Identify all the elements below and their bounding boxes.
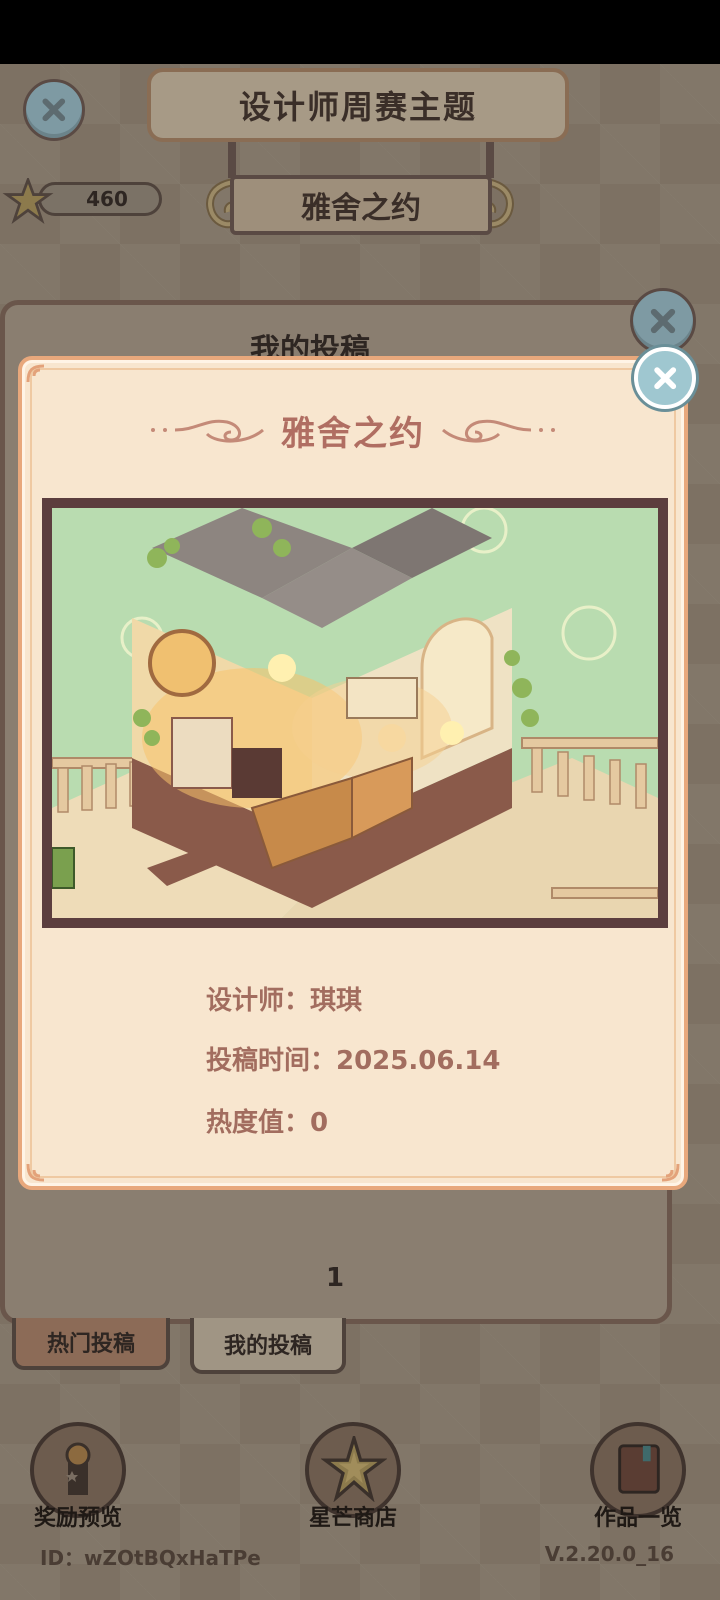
works-overview-label: 作品一览: [593, 1506, 682, 1531]
book-icon: [618, 1444, 660, 1494]
page-number: 1: [325, 1263, 345, 1293]
trophy-icon: [65, 1442, 91, 1495]
designer-text: 设计师：琪琪: [206, 986, 363, 1016]
star-counter: 460: [2, 178, 167, 224]
room-scene-illustration: [52, 508, 658, 918]
tab-label: 热门投稿: [46, 1332, 135, 1357]
modal-title-row: 雅舍之约: [22, 400, 684, 460]
flourish-left-icon: [151, 419, 264, 443]
submit-time-text: 投稿时间：2025.06.14: [206, 1046, 501, 1076]
banner-title: 设计师周赛主题: [238, 88, 477, 126]
theme-banner: 设计师周赛主题: [147, 68, 569, 142]
flourish-right-icon: [442, 419, 555, 443]
corner-ornament-icon: [26, 1163, 45, 1182]
theme-name: 雅舍之约: [301, 191, 421, 226]
star-count-pill: 460: [38, 182, 162, 216]
panel-close-button[interactable]: [630, 288, 696, 354]
corner-ornament-icon: [26, 364, 45, 383]
star-shop-icon: [321, 1436, 387, 1502]
submission-detail-modal: 雅舍之约 设计师：琪琪 投稿时间：2025.06.14 热度值：0: [18, 356, 688, 1190]
corner-ornament-icon: [661, 1163, 680, 1182]
player-id: ID：wZOtBQxHaTPe: [40, 1546, 261, 1570]
modal-close-button[interactable]: [634, 347, 696, 409]
close-icon: [650, 308, 676, 334]
theme-name-plaque: 雅舍之约: [230, 175, 492, 235]
design-preview-image: [52, 508, 658, 918]
star-icon: [2, 178, 54, 224]
back-close-button[interactable]: [23, 79, 85, 141]
status-bar: [0, 0, 720, 64]
design-preview-frame: [42, 498, 668, 928]
tab-label: 我的投稿: [223, 1334, 312, 1359]
close-icon: [654, 367, 676, 389]
close-icon: [42, 98, 66, 122]
modal-title: 雅舍之约: [281, 413, 425, 454]
tab-hot-submissions[interactable]: 热门投稿: [12, 1318, 170, 1370]
star-count: 460: [86, 187, 128, 211]
version-text: V.2.20.0_16: [544, 1542, 674, 1566]
reward-preview-label: 奖励预览: [33, 1506, 122, 1531]
heat-value-text: 热度值：0: [206, 1108, 329, 1138]
tab-my-submissions[interactable]: 我的投稿: [190, 1318, 346, 1374]
star-shop-label: 星芒商店: [308, 1506, 397, 1531]
